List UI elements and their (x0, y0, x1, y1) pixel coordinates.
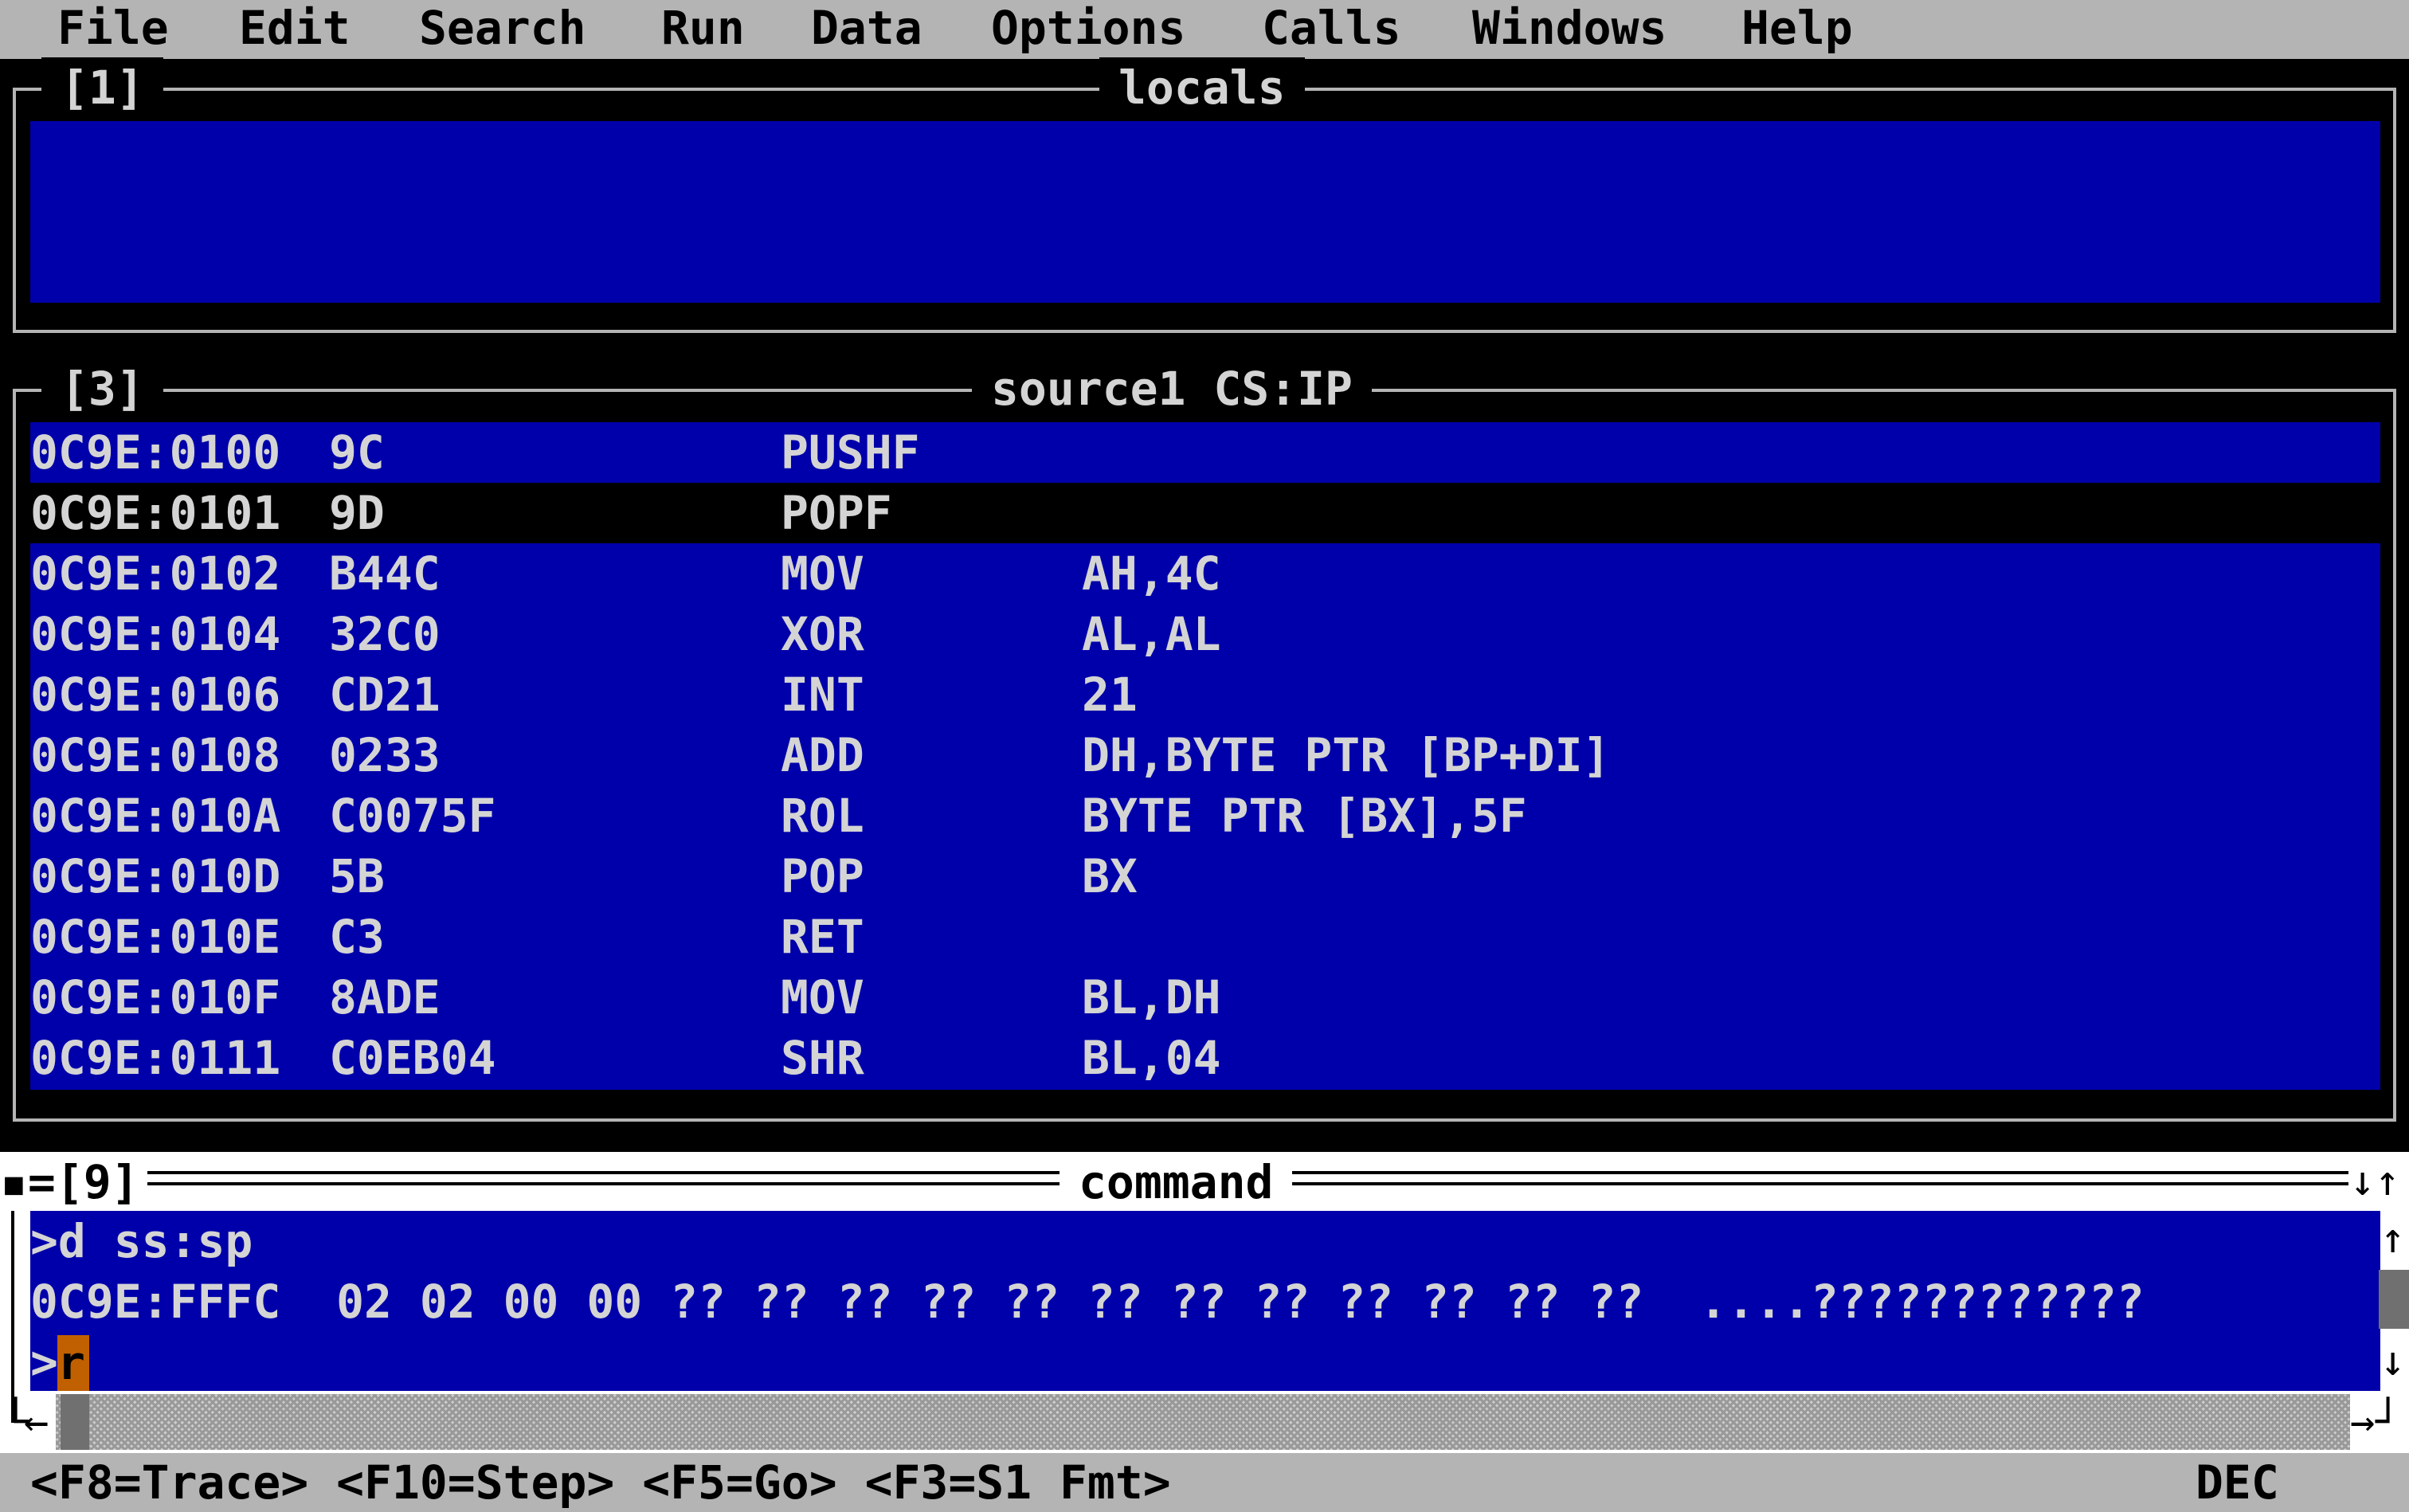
instruction-address: 0C9E:0101 (30, 486, 281, 540)
menu-data[interactable]: Data (811, 0, 922, 56)
instruction-mnemonic: ADD (781, 728, 864, 782)
instruction-mnemonic: PUSHF (781, 425, 920, 480)
locals-window-title: locals (1099, 57, 1305, 118)
instruction-bytes: C0EB04 (329, 1031, 496, 1085)
status-radix: DEC (2196, 1455, 2279, 1510)
scroll-right-icon[interactable]: → (2350, 1394, 2375, 1450)
instruction-mnemonic: RET (781, 910, 864, 964)
instruction-address: 0C9E:010D (30, 849, 281, 903)
instruction-address: 0C9E:010F (30, 970, 281, 1024)
disassembly-row[interactable]: 0C9E:0102 B44C MOV AH,4C (30, 543, 2380, 604)
instruction-mnemonic: XOR (781, 607, 864, 661)
locals-window-number: [1] (41, 57, 163, 118)
menu-options[interactable]: Options (991, 0, 1185, 56)
instruction-operands: BYTE PTR [BX],5F (1082, 789, 1527, 843)
instruction-mnemonic: ROL (781, 789, 864, 843)
menu-bar (0, 0, 2409, 59)
instruction-mnemonic: MOV (781, 970, 864, 1024)
disassembly-row[interactable]: 0C9E:0100 9C PUSHF (30, 422, 2380, 483)
vertical-scroll-thumb[interactable] (2379, 1270, 2409, 1329)
instruction-bytes: 0233 (329, 728, 441, 782)
source-window-number: [3] (41, 358, 163, 419)
instruction-mnemonic: INT (781, 668, 864, 722)
instruction-operands: AH,4C (1082, 546, 1221, 601)
resize-icon[interactable]: ┘ (2376, 1394, 2400, 1450)
command-window-number[interactable]: ▪=[9] (0, 1152, 147, 1212)
status-function-keys[interactable]: <F8=Trace> <F10=Step> <F5=Go> <F3=S1 Fmt… (30, 1453, 1171, 1512)
instruction-mnemonic: POPF (781, 486, 892, 540)
instruction-operands: BL,04 (1082, 1031, 1221, 1085)
command-line: >d ss:sp (30, 1214, 253, 1268)
command-left-border (11, 1211, 14, 1423)
instruction-bytes: 9C (329, 425, 385, 480)
command-input[interactable]: r (57, 1335, 89, 1391)
instruction-operands: AL,AL (1082, 607, 1221, 661)
instruction-mnemonic: POP (781, 849, 864, 903)
instruction-bytes: 8ADE (329, 970, 441, 1024)
instruction-address: 0C9E:0106 (30, 668, 281, 722)
instruction-mnemonic: MOV (781, 546, 864, 601)
instruction-bytes: 5B (329, 849, 385, 903)
disassembly-row[interactable]: 0C9E:0101 9D POPF (30, 483, 2380, 543)
disassembly-row[interactable]: 0C9E:0104 32C0 XOR AL,AL (30, 604, 2380, 664)
instruction-address: 0C9E:0104 (30, 607, 281, 661)
menu-edit[interactable]: Edit (239, 0, 351, 56)
instruction-operands: 21 (1082, 668, 1138, 722)
menu-run[interactable]: Run (661, 0, 745, 56)
instruction-operands: BL,DH (1082, 970, 1221, 1024)
disassembly-row[interactable]: 0C9E:010E C3 RET (30, 907, 2380, 967)
instruction-mnemonic: SHR (781, 1031, 864, 1085)
instruction-address: 0C9E:0102 (30, 546, 281, 601)
instruction-address: 0C9E:010E (30, 910, 281, 964)
instruction-bytes: C0075F (329, 789, 496, 843)
instruction-address: 0C9E:010A (30, 789, 281, 843)
source-window-title: source1 CS:IP (972, 358, 1372, 419)
menu-windows[interactable]: Windows (1472, 0, 1667, 56)
menu-calls[interactable]: Calls (1262, 0, 1401, 56)
disassembly-row[interactable]: 0C9E:0108 0233 ADD DH,BYTE PTR [BP+DI] (30, 725, 2380, 785)
instruction-bytes: B44C (329, 546, 441, 601)
instruction-address: 0C9E:0108 (30, 728, 281, 782)
maximize-icon[interactable]: ↓↑ (2350, 1154, 2400, 1209)
instruction-bytes: 32C0 (329, 607, 441, 661)
instruction-address: 0C9E:0111 (30, 1031, 281, 1085)
scroll-down-icon[interactable]: ↓ (2380, 1334, 2405, 1389)
disassembly-row[interactable]: 0C9E:0106 CD21 INT 21 (30, 664, 2380, 725)
menu-help[interactable]: Help (1741, 0, 1853, 56)
command-prompt: > (30, 1335, 58, 1389)
locals-content[interactable] (30, 121, 2380, 303)
scroll-up-icon[interactable]: ↑ (2380, 1211, 2405, 1267)
disassembly-row[interactable]: 0C9E:0111 C0EB04 SHR BL,04 (30, 1028, 2380, 1088)
instruction-address: 0C9E:0100 (30, 425, 281, 480)
command-window-title: command (1060, 1152, 1293, 1212)
instruction-operands: BX (1082, 849, 1138, 903)
disassembly-row[interactable]: 0C9E:010D 5B POP BX (30, 846, 2380, 907)
disassembly-row[interactable]: 0C9E:010F 8ADE MOV BL,DH (30, 967, 2380, 1028)
scroll-left-icon[interactable]: ← (24, 1394, 49, 1450)
menu-search[interactable]: Search (419, 0, 586, 56)
instruction-operands: DH,BYTE PTR [BP+DI] (1082, 728, 1611, 782)
instruction-bytes: C3 (329, 910, 385, 964)
disassembly-row[interactable]: 0C9E:010A C0075F ROL BYTE PTR [BX],5F (30, 785, 2380, 846)
horizontal-scroll-thumb[interactable] (61, 1394, 89, 1450)
instruction-bytes: 9D (329, 486, 385, 540)
command-line: 0C9E:FFFC 02 02 00 00 ?? ?? ?? ?? ?? ?? … (30, 1275, 2145, 1329)
horizontal-scrollbar[interactable] (56, 1394, 2350, 1450)
instruction-bytes: CD21 (329, 668, 441, 722)
menu-file[interactable]: File (57, 0, 169, 56)
